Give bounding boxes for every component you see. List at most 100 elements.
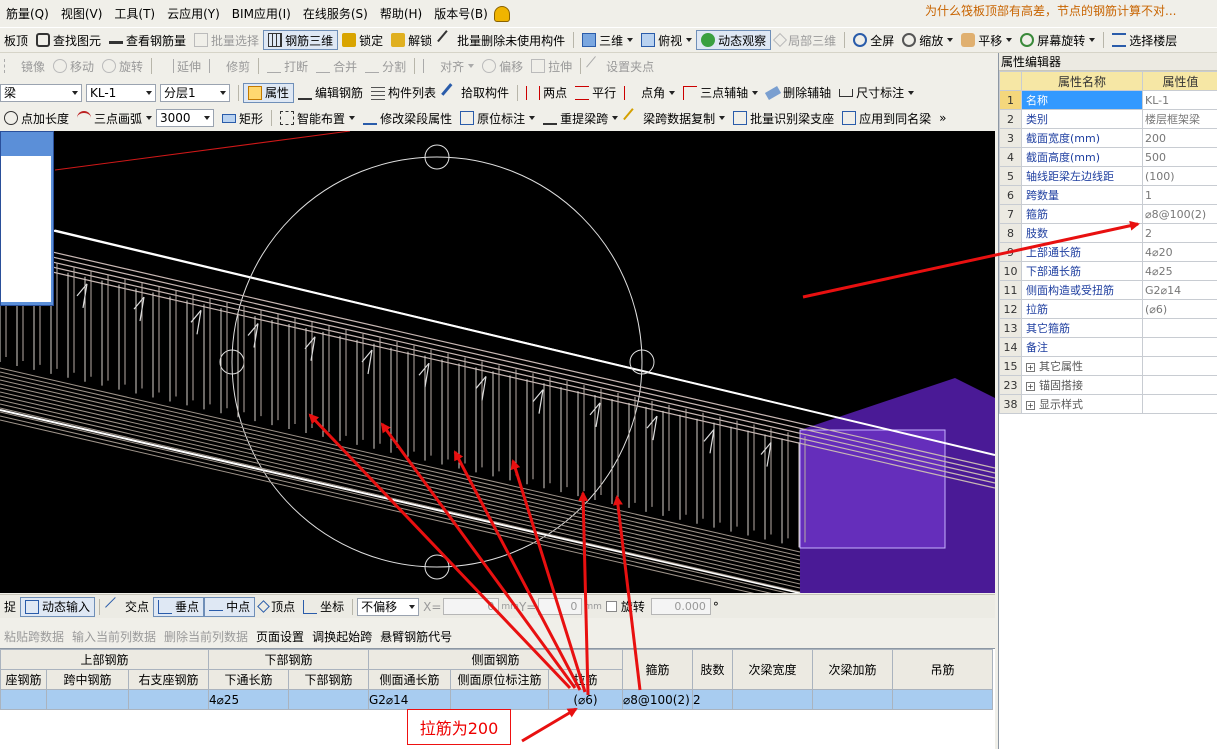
unlock-button[interactable]: 解锁 [387, 30, 436, 50]
cell-seat-rebar[interactable] [0, 689, 47, 710]
rectangle-button[interactable]: 矩形 [218, 108, 267, 128]
point-angle-dropdown[interactable]: 点角 [620, 83, 679, 103]
question-ticker[interactable]: 为什么筏板顶部有高差，节点的钢筋计算不对... [925, 2, 1176, 19]
property-value[interactable] [1142, 375, 1217, 395]
cell-side-through-rebar[interactable]: G2⌀14 [368, 689, 451, 710]
rebar-3d-viewport[interactable] [0, 131, 995, 593]
property-row[interactable]: 7 箍筋 ⌀8@100(2) [999, 204, 1217, 224]
local-3d-button[interactable]: 局部三维 [771, 30, 840, 50]
property-row[interactable]: 15 + 其它属性 [999, 356, 1217, 376]
point-plus-length-button[interactable]: 点加长度 [0, 108, 73, 128]
pick-component-button[interactable]: 拾取构件 [440, 82, 513, 103]
properties-button[interactable]: 属性 [243, 82, 295, 103]
slab-top-button[interactable]: 板顶 [0, 30, 32, 50]
expand-icon[interactable]: + [1026, 363, 1035, 372]
paste-span-data-button[interactable]: 粘贴跨数据 [0, 626, 68, 646]
cell-secondary-beam-rebar[interactable] [812, 689, 893, 710]
rotate-input[interactable]: 0.000 [650, 598, 711, 615]
snap-capture-button[interactable]: 捉 [0, 597, 20, 617]
property-row[interactable]: 12 拉筋 (⌀6) [999, 299, 1217, 319]
zoom-dropdown[interactable]: 缩放 [898, 30, 957, 50]
input-current-column-button[interactable]: 输入当前列数据 [68, 626, 160, 646]
property-row[interactable]: 9 上部通长筋 4⌀20 [999, 242, 1217, 262]
table-row[interactable]: 4⌀25 G2⌀14 (⌀6) ⌀8@100(2) 2 [0, 689, 993, 710]
swap-start-span-button[interactable]: 调换起始跨 [308, 626, 376, 646]
break-button[interactable]: 打断 [263, 56, 312, 76]
cell-right-support-rebar[interactable] [128, 689, 209, 710]
vertex-snap-button[interactable]: 顶点 [255, 597, 299, 617]
delete-axis-button[interactable]: 删除辅轴 [762, 83, 835, 103]
property-row[interactable]: 13 其它箍筋 [999, 318, 1217, 338]
cell-stirrup[interactable]: ⌀8@100(2) [622, 689, 693, 710]
stretch-button[interactable]: 拉伸 [527, 56, 576, 76]
property-value[interactable] [1142, 337, 1217, 357]
property-row[interactable]: 38 + 显示样式 [999, 394, 1217, 414]
property-value[interactable] [1142, 318, 1217, 338]
property-row[interactable]: 14 备注 [999, 337, 1217, 357]
edit-rebar-button[interactable]: 编辑钢筋 [294, 83, 367, 103]
property-row[interactable]: 2 类别 楼层框架梁 [999, 109, 1217, 129]
set-grip-button[interactable]: 设置夹点 [585, 56, 658, 76]
property-value[interactable] [1142, 394, 1217, 414]
copy-span-data-dropdown[interactable]: 梁跨数据复制 [622, 108, 729, 128]
delete-current-column-button[interactable]: 删除当前列数据 [160, 626, 252, 646]
menu-rebar[interactable]: 筋量(Q) [0, 5, 55, 22]
component-type-select[interactable]: 梁 [0, 83, 82, 102]
coordinate-snap-button[interactable]: 坐标 [299, 597, 348, 617]
property-value[interactable]: 500 [1142, 147, 1217, 167]
property-value[interactable]: (⌀6) [1142, 299, 1217, 319]
property-row[interactable]: 6 跨数量 1 [999, 185, 1217, 205]
find-element-button[interactable]: 查找图元 [32, 30, 105, 50]
rotate-button[interactable]: 旋转 [98, 56, 147, 76]
cell-secondary-beam-width[interactable] [732, 689, 813, 710]
3d-view-dropdown[interactable]: 三维 [578, 30, 637, 50]
cantilever-rebar-code-button[interactable]: 悬臂钢筋代号 [376, 626, 456, 646]
property-row[interactable]: 1 名称 KL-1 [999, 90, 1217, 110]
menu-cloud[interactable]: 云应用(Y) [161, 5, 226, 22]
arc-length-select[interactable]: 3000 [156, 109, 215, 127]
mirror-button[interactable]: 镜像 [0, 56, 49, 76]
menu-help[interactable]: 帮助(H) [374, 5, 428, 22]
component-name-select[interactable]: KL-1 [86, 83, 156, 102]
y-input[interactable]: 0 [538, 598, 583, 615]
batch-select-button[interactable]: 批量选择 [190, 30, 263, 50]
property-value[interactable]: 2 [1142, 223, 1217, 243]
split-button[interactable]: 分割 [361, 56, 410, 76]
offset-select[interactable]: 不偏移 [357, 597, 420, 616]
property-value[interactable]: 楼层框架梁 [1142, 109, 1217, 129]
move-button[interactable]: 移动 [49, 56, 98, 76]
property-row[interactable]: 11 侧面构造或受扭筋 G2⌀14 [999, 280, 1217, 300]
property-value[interactable]: 4⌀25 [1142, 261, 1217, 281]
apply-same-name-beam-button[interactable]: 应用到同名梁 [838, 108, 935, 128]
fullscreen-button[interactable]: 全屏 [849, 30, 898, 50]
smart-layout-dropdown[interactable]: 智能布置 [276, 108, 359, 128]
property-row[interactable]: 4 截面高度(mm) 500 [999, 147, 1217, 167]
intersection-snap-button[interactable]: 交点 [104, 596, 153, 617]
rebar-3d-button[interactable]: 钢筋三维 [263, 30, 339, 50]
cell-hanger-rebar[interactable] [892, 689, 993, 710]
property-value[interactable]: 200 [1142, 128, 1217, 148]
menu-view[interactable]: 视图(V) [55, 5, 109, 22]
modify-beam-segment-button[interactable]: 修改梁段属性 [359, 108, 456, 128]
property-value[interactable] [1142, 356, 1217, 376]
menu-bim[interactable]: BIM应用(I) [226, 5, 297, 22]
pan-dropdown[interactable]: 平移 [957, 30, 1016, 50]
cell-bottom-rebar[interactable] [288, 689, 369, 710]
floating-panel[interactable] [0, 131, 54, 306]
three-point-arc-dropdown[interactable]: 三点画弧 [73, 108, 156, 128]
page-setup-button[interactable]: 页面设置 [252, 626, 308, 646]
re-extract-span-dropdown[interactable]: 重提梁跨 [539, 108, 622, 128]
helmet-icon[interactable] [493, 5, 510, 22]
batch-identify-support-button[interactable]: 批量识别梁支座 [729, 108, 838, 128]
select-floor-button[interactable]: 选择楼层 [1108, 30, 1181, 50]
cell-tie-rebar[interactable]: (⌀6) [548, 689, 623, 710]
two-points-button[interactable]: 两点 [522, 83, 571, 103]
property-row[interactable]: 10 下部通长筋 4⌀25 [999, 261, 1217, 281]
property-value[interactable]: 4⌀20 [1142, 242, 1217, 262]
layer-select[interactable]: 分层1 [160, 83, 230, 102]
trim-button[interactable]: 修剪 [205, 56, 254, 76]
midpoint-snap-button[interactable]: 中点 [204, 596, 256, 617]
dimension-dropdown[interactable]: 尺寸标注 [835, 83, 918, 103]
three-point-axis-dropdown[interactable]: 三点辅轴 [679, 83, 762, 103]
x-input[interactable]: 0 [443, 598, 500, 615]
